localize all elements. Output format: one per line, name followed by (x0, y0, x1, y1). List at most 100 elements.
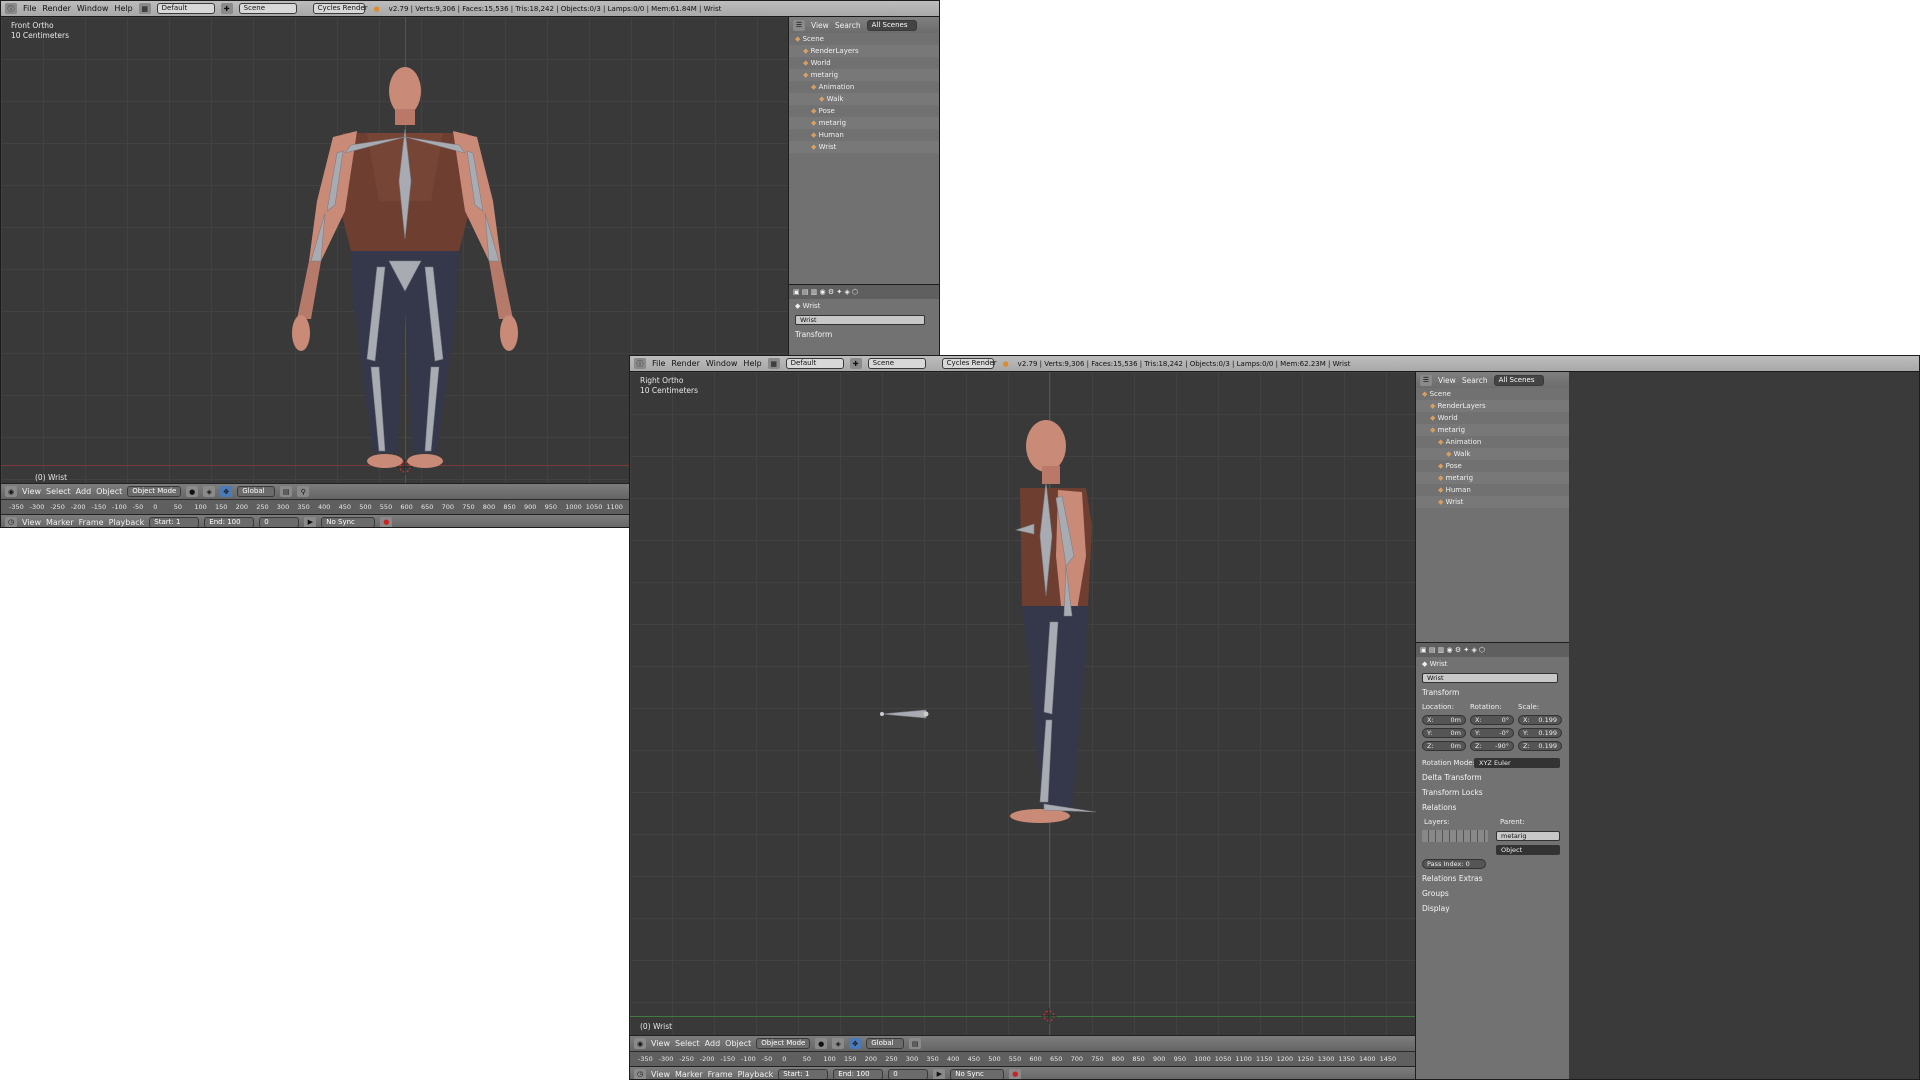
props-tabs[interactable]: ▣ ▤ ▥ ◉ ⚙ ✦ ◈ ⬡ (789, 285, 939, 299)
menu-help-2[interactable]: Help (743, 359, 761, 368)
outliner-row[interactable]: ◆ metarig (789, 117, 939, 129)
outliner-row[interactable]: ◆ World (789, 57, 939, 69)
scene-field[interactable]: Scene (238, 3, 297, 14)
shading-icon[interactable]: ● (186, 486, 199, 497)
manipulator-icon[interactable]: ✥ (220, 486, 233, 497)
character-side[interactable] (1000, 416, 1130, 836)
outliner-row[interactable]: ◆ Human (1416, 484, 1569, 496)
outliner-editor-icon[interactable]: ☰ (793, 19, 805, 31)
sync-select-2[interactable]: No Sync (950, 1068, 1005, 1079)
outliner-row[interactable]: ◆ metarig (1416, 472, 1569, 484)
outliner-row[interactable]: ◆ RenderLayers (1416, 400, 1569, 412)
outliner-row[interactable]: ◆ Walk (1416, 448, 1569, 460)
outliner-editor-icon-2[interactable]: ☰ (1420, 374, 1432, 386)
menu-select[interactable]: Select (46, 487, 71, 496)
menu-help[interactable]: Help (114, 4, 132, 13)
shading-icon-2[interactable]: ● (815, 1038, 828, 1049)
menu-view[interactable]: View (22, 487, 41, 496)
outliner-row[interactable]: ◆ Animation (1416, 436, 1569, 448)
menu-render[interactable]: Render (42, 4, 70, 13)
timeline-editor-icon-2[interactable]: ◷ (634, 1068, 646, 1079)
transform-field-rot[interactable]: X: 0° (1470, 715, 1514, 725)
scene-icon[interactable]: ✚ (220, 3, 233, 14)
parent-field[interactable]: metarig (1496, 831, 1560, 841)
props-tabs-2[interactable]: ▣ ▤ ▥ ◉ ⚙ ✦ ◈ ⬡ (1416, 643, 1569, 657)
menu-marker-2[interactable]: Marker (675, 1070, 703, 1079)
layout-field[interactable]: Default (156, 3, 215, 14)
outliner-view-menu[interactable]: View (811, 21, 829, 30)
menu-view-2[interactable]: View (651, 1039, 670, 1048)
transform-field-loc[interactable]: Y: 0m (1422, 728, 1466, 738)
menu-view-tl[interactable]: View (22, 518, 41, 527)
3d-cursor-2[interactable] (1041, 1008, 1057, 1024)
mode-select[interactable]: Object Mode (127, 486, 182, 497)
menu-playback[interactable]: Playback (109, 518, 145, 527)
menu-frame-2[interactable]: Frame (708, 1070, 733, 1079)
groups-section[interactable]: Groups (1416, 886, 1569, 901)
scene-field-2[interactable]: Scene (867, 358, 926, 369)
transform-field-loc[interactable]: X: 0m (1422, 715, 1466, 725)
outliner-search-menu[interactable]: Search (835, 21, 861, 30)
outliner-row[interactable]: ◆ Wrist (1416, 496, 1569, 508)
transform-section-2[interactable]: Transform (1416, 685, 1569, 700)
scene-icon-2[interactable]: ✚ (849, 358, 862, 369)
outliner-row[interactable]: ◆ Scene (789, 33, 939, 45)
menu-window[interactable]: Window (77, 4, 109, 13)
outliner-filter-select[interactable]: All Scenes (866, 19, 917, 31)
outliner-row[interactable]: ◆ Walk (789, 93, 939, 105)
orientation-select[interactable]: Global (237, 486, 276, 497)
menu-view-tl-2[interactable]: View (651, 1070, 670, 1079)
menu-marker[interactable]: Marker (46, 518, 74, 527)
menu-render-2[interactable]: Render (671, 359, 699, 368)
pivot-icon-2[interactable]: ◈ (832, 1038, 845, 1049)
record-icon-2[interactable]: ● (1009, 1068, 1022, 1079)
outliner-search-menu-2[interactable]: Search (1462, 376, 1488, 385)
start-frame-field[interactable]: Start: 1 (149, 516, 200, 527)
3d-viewport-right[interactable]: Right Ortho 10 Centimeters (0) Wrist (630, 372, 1415, 1035)
pass-index-field[interactable]: Pass Index: 0 (1422, 859, 1486, 869)
info-editor-icon-2[interactable]: ⓘ (634, 358, 646, 369)
menu-add[interactable]: Add (76, 487, 92, 496)
3d-cursor[interactable] (397, 459, 413, 475)
menu-window-2[interactable]: Window (706, 359, 738, 368)
outliner-row[interactable]: ◆ Human (789, 129, 939, 141)
transform-field-rot[interactable]: Z: -90° (1470, 741, 1514, 751)
object-name-field[interactable]: Wrist (795, 315, 925, 325)
end-frame-field[interactable]: End: 100 (204, 516, 255, 527)
outliner-row[interactable]: ◆ RenderLayers (789, 45, 939, 57)
record-icon[interactable]: ● (380, 516, 393, 527)
wrist-bone[interactable] (880, 708, 930, 720)
outliner-row[interactable]: ◆ Wrist (789, 141, 939, 153)
outliner-row[interactable]: ◆ Pose (789, 105, 939, 117)
outliner-row[interactable]: ◆ metarig (1416, 424, 1569, 436)
relations-section[interactable]: Relations (1416, 800, 1569, 815)
end-frame-field-2[interactable]: End: 100 (833, 1068, 884, 1079)
character-front[interactable] (281, 61, 531, 481)
snap-icon[interactable]: ⚲ (297, 486, 310, 497)
transform-field-rot[interactable]: Y: -0° (1470, 728, 1514, 738)
pivot-icon[interactable]: ◈ (203, 486, 216, 497)
timeline-ruler-right[interactable]: -350 -300 -250 -200 -150 -100 -50 0 50 100 150 200 2… (630, 1051, 1415, 1066)
layers-grid[interactable] (1422, 830, 1488, 842)
playback-controls-icon[interactable]: ▶ (304, 516, 317, 527)
sync-select[interactable]: No Sync (321, 516, 376, 527)
delta-transform-section[interactable]: Delta Transform (1416, 770, 1569, 785)
menu-file-2[interactable]: File (652, 359, 665, 368)
transform-section[interactable]: Transform (789, 327, 939, 342)
info-editor-icon[interactable]: ⓘ (5, 3, 17, 14)
menu-object-2[interactable]: Object (725, 1039, 751, 1048)
layers-icon-2[interactable]: ▤ (909, 1038, 922, 1049)
menu-frame[interactable]: Frame (79, 518, 104, 527)
transform-field-scl[interactable]: X: 0.199 (1518, 715, 1562, 725)
current-frame-field[interactable]: 0 (259, 516, 300, 527)
outliner-row[interactable]: ◆ metarig (789, 69, 939, 81)
render-engine-select-2[interactable]: Cycles Render (941, 358, 997, 369)
manipulator-icon-2[interactable]: ✥ (849, 1038, 862, 1049)
outliner-view-menu-2[interactable]: View (1438, 376, 1456, 385)
object-name-field-2[interactable]: Wrist (1422, 673, 1558, 683)
menu-add-2[interactable]: Add (705, 1039, 721, 1048)
editor-type-icon-2[interactable]: ◉ (634, 1038, 646, 1049)
playback-controls-icon-2[interactable]: ▶ (933, 1068, 946, 1079)
layers-icon[interactable]: ▤ (280, 486, 293, 497)
screen-layout-icon[interactable]: ▦ (138, 3, 151, 14)
